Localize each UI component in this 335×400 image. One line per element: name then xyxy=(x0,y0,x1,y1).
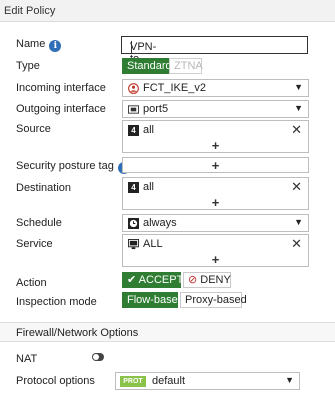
chevron-down-icon: ▼ xyxy=(294,82,303,92)
name-input[interactable]: VPN-to-LAN xyxy=(121,36,308,77)
section-title: Firewall/Network Options xyxy=(16,327,139,339)
outgoing-interface-select[interactable]: port5 ▼ xyxy=(122,100,309,118)
add-destination-icon[interactable]: + xyxy=(123,195,308,210)
type-standard-button[interactable]: Standard xyxy=(122,58,172,74)
schedule-label: Schedule xyxy=(16,217,62,229)
panel-header: Edit Policy xyxy=(0,0,335,22)
clock-icon xyxy=(128,218,139,229)
remove-service-icon[interactable]: ✕ xyxy=(291,236,302,252)
action-label: Action xyxy=(16,277,47,289)
add-posture-icon[interactable]: + xyxy=(123,158,308,173)
protocol-options-label: Protocol options xyxy=(16,375,95,387)
posture-label: Security posture tag xyxy=(16,160,114,172)
destination-item: all xyxy=(143,181,155,193)
inspection-mode-label: Inspection mode xyxy=(16,296,97,308)
proxy-based-button[interactable]: Proxy-based xyxy=(180,292,247,308)
add-service-icon[interactable]: + xyxy=(123,252,308,267)
type-label: Type xyxy=(16,60,40,72)
destination-label: Destination xyxy=(16,182,72,194)
remove-destination-icon[interactable]: ✕ xyxy=(291,179,302,195)
protocol-options-value: default xyxy=(152,375,186,387)
accept-button[interactable]: ✔ ACCEPT xyxy=(122,272,184,288)
schedule-select[interactable]: always ▼ xyxy=(122,214,309,232)
protocol-options-select[interactable]: PROT default ▼ xyxy=(115,372,300,390)
service-label: Service xyxy=(16,238,53,250)
nat-toggle[interactable] xyxy=(92,353,104,361)
info-icon[interactable]: i xyxy=(49,40,62,52)
firewall-network-options-header: Firewall/Network Options xyxy=(0,322,335,342)
chevron-down-icon: ▼ xyxy=(294,217,303,227)
flow-based-button[interactable]: Flow-based xyxy=(122,292,184,308)
source-field[interactable]: 4 all ✕ + xyxy=(122,120,309,153)
outgoing-interface-value: port5 xyxy=(143,103,169,115)
panel-title: Edit Policy xyxy=(4,5,56,17)
service-item: ALL xyxy=(143,238,163,250)
check-icon: ✔ xyxy=(127,274,137,286)
chevron-down-icon: ▼ xyxy=(285,375,294,385)
posture-label-row: Security posture tagi xyxy=(16,160,130,174)
nat-label: NAT xyxy=(16,353,38,365)
service-field[interactable]: ALL ✕ + xyxy=(122,234,309,267)
destination-field[interactable]: 4 all ✕ + xyxy=(122,177,309,210)
deny-label: DENY xyxy=(200,274,231,286)
user-vpn-icon xyxy=(128,83,139,94)
name-label-row: Name i xyxy=(16,38,62,52)
outgoing-interface-label: Outgoing interface xyxy=(16,103,106,115)
port-icon xyxy=(128,105,139,114)
remove-source-icon[interactable]: ✕ xyxy=(291,122,302,138)
accept-label: ACCEPT xyxy=(138,274,184,286)
service-icon xyxy=(128,239,139,250)
add-source-icon[interactable]: + xyxy=(123,138,308,153)
chevron-down-icon: ▼ xyxy=(294,103,303,113)
schedule-value: always xyxy=(143,217,177,229)
source-item: all xyxy=(143,124,155,136)
incoming-interface-label: Incoming interface xyxy=(16,82,106,94)
address-icon: 4 xyxy=(128,125,139,136)
deny-button[interactable]: ⊘ DENY xyxy=(183,272,231,288)
type-ztna-button[interactable]: ZTNA xyxy=(169,58,203,74)
incoming-interface-value: FCT_IKE_v2 xyxy=(143,82,206,94)
address-icon: 4 xyxy=(128,182,139,193)
posture-input[interactable]: + xyxy=(122,157,309,173)
source-label: Source xyxy=(16,123,51,135)
block-icon: ⊘ xyxy=(188,274,198,286)
name-label: Name xyxy=(16,38,46,50)
prot-badge: PROT xyxy=(120,376,146,387)
incoming-interface-select[interactable]: FCT_IKE_v2 ▼ xyxy=(122,79,309,97)
